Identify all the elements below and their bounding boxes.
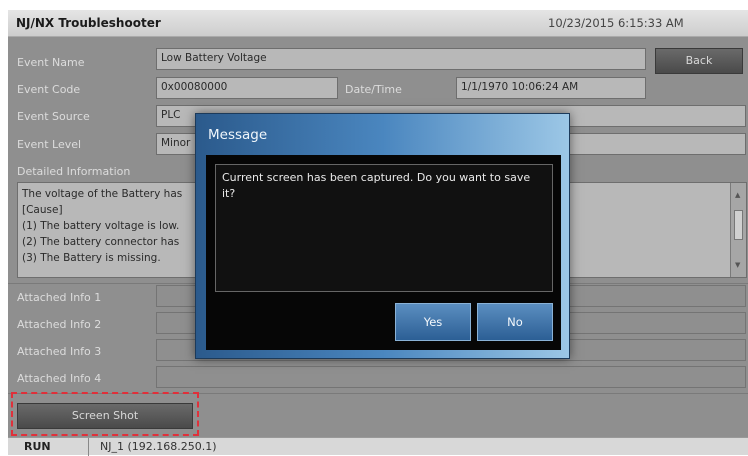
event-name-label: Event Name xyxy=(17,56,85,69)
current-datetime: 10/23/2015 6:15:33 AM xyxy=(548,16,684,30)
attached-info-2-label: Attached Info 2 xyxy=(17,318,102,331)
troubleshooter-window: NJ/NX Troubleshooter 10/23/2015 6:15:33 … xyxy=(0,0,748,456)
event-code-label: Event Code xyxy=(17,83,81,96)
datetime-label: Date/Time xyxy=(345,83,402,96)
event-level-label: Event Level xyxy=(17,138,82,151)
message-dialog: Message Current screen has been captured… xyxy=(195,113,570,359)
detail-line: [Cause] xyxy=(22,204,63,216)
detail-line: (1) The battery voltage is low. xyxy=(22,220,180,232)
title-bar: NJ/NX Troubleshooter 10/23/2015 6:15:33 … xyxy=(8,10,748,37)
event-name-field[interactable]: Low Battery Voltage xyxy=(156,48,646,70)
detailed-info-label: Detailed Information xyxy=(17,165,131,178)
event-datetime-field[interactable]: 1/1/1970 10:06:24 AM xyxy=(456,77,646,99)
dialog-body: Current screen has been captured. Do you… xyxy=(206,155,561,350)
detail-line: (2) The battery connector has xyxy=(22,236,180,248)
attached-info-1-label: Attached Info 1 xyxy=(17,291,102,304)
detail-line: (3) The Battery is missing. xyxy=(22,252,161,264)
scroll-thumb[interactable] xyxy=(734,210,743,240)
controller-node: NJ_1 (192.168.250.1) xyxy=(100,440,217,453)
dialog-title: Message xyxy=(208,127,268,143)
detailed-info-text: The voltage of the Battery has [Cause] (… xyxy=(22,186,182,266)
no-button[interactable]: No xyxy=(477,303,553,341)
screen-shot-highlight xyxy=(11,392,199,436)
yes-button[interactable]: Yes xyxy=(395,303,471,341)
back-button[interactable]: Back xyxy=(655,48,743,74)
detail-line: The voltage of the Battery has xyxy=(22,188,183,200)
event-code-field[interactable]: 0x00080000 xyxy=(156,77,338,99)
scroll-down-icon[interactable]: ▼ xyxy=(735,261,740,269)
app-title: NJ/NX Troubleshooter xyxy=(16,16,161,30)
attached-info-4-label: Attached Info 4 xyxy=(17,372,102,385)
detail-scrollbar[interactable]: ▲ ▼ xyxy=(730,183,746,277)
status-bar: RUN NJ_1 (192.168.250.1) xyxy=(8,437,748,456)
run-mode-indicator: RUN xyxy=(24,440,51,453)
scroll-up-icon[interactable]: ▲ xyxy=(735,191,740,199)
event-source-label: Event Source xyxy=(17,110,90,123)
status-separator xyxy=(88,438,89,456)
dialog-message: Current screen has been captured. Do you… xyxy=(215,164,553,292)
attached-info-3-label: Attached Info 3 xyxy=(17,345,102,358)
attached-info-4-field[interactable] xyxy=(156,366,746,388)
